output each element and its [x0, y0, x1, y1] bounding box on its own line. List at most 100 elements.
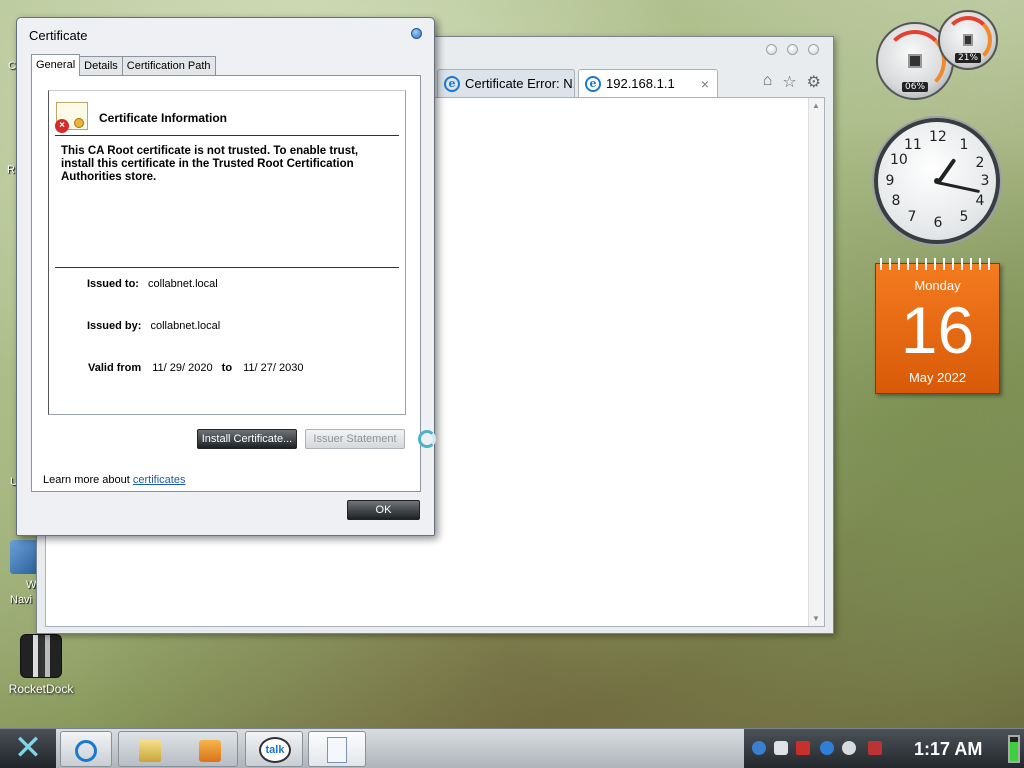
scroll-down-icon[interactable]: ▼ — [812, 614, 820, 623]
certificates-link[interactable]: certificates — [133, 474, 186, 486]
ok-button[interactable]: OK — [347, 500, 420, 520]
calendar-date: 16 — [900, 293, 975, 367]
valid-from-label: Valid from — [88, 362, 142, 374]
calendar-gadget[interactable]: Monday 16 May 2022 — [875, 258, 1000, 394]
tab-certification-path[interactable]: Certification Path — [121, 56, 216, 75]
valid-to-label: to — [221, 362, 233, 374]
desktop-icon-label: RocketDock — [8, 682, 74, 696]
taskbar-item-document[interactable] — [308, 731, 366, 767]
dialog-title: Certificate — [29, 28, 88, 43]
desktop-icon-label-fragment[interactable]: R — [7, 164, 15, 176]
memory-icon — [963, 34, 973, 46]
calendar-rings — [880, 258, 997, 270]
trust-message: This CA Root certificate is not trusted.… — [61, 145, 359, 183]
learn-more-text: Learn more about certificates — [43, 474, 185, 486]
tray-clock[interactable]: 1:17 AM — [914, 739, 982, 760]
calendar-month: May 2022 — [908, 370, 967, 385]
cpu-percent: 06% — [901, 82, 929, 92]
memory-meter-gadget[interactable]: 21% — [938, 10, 998, 70]
tab-general[interactable]: General — [31, 54, 81, 76]
valid-to-value: 11/ 27/ 2030 — [243, 362, 304, 374]
minimize-button[interactable] — [766, 44, 777, 55]
clock-number: 10 — [890, 152, 908, 168]
taskbar-group — [118, 731, 238, 767]
clock-number: 8 — [891, 193, 901, 209]
clock-minute-hand — [936, 181, 981, 194]
certificate-info-title: Certificate Information — [99, 111, 228, 125]
issuer-statement-button: Issuer Statement — [305, 429, 405, 449]
network-icon[interactable] — [752, 741, 766, 755]
certificate-info-box: × Certificate Information This CA Root c… — [48, 90, 406, 415]
issued-by-value: collabnet.local — [150, 320, 221, 332]
tab-title: Certificate Error: N... — [465, 76, 575, 91]
info-icon[interactable] — [820, 741, 834, 755]
media-player-icon[interactable] — [199, 740, 221, 762]
memory-percent: 21% — [954, 53, 982, 63]
ie-icon: e — [585, 75, 601, 92]
issued-to-label: Issued to: — [87, 278, 139, 290]
system-tray: 1:17 AM — [744, 729, 1024, 768]
clock-number: 12 — [929, 129, 947, 145]
desktop-icon-label-fragment[interactable]: C — [8, 60, 16, 72]
issued-by-label: Issued by: — [87, 320, 142, 332]
clock-number: 4 — [975, 193, 985, 209]
desktop-icon-label-fragment[interactable]: W — [26, 579, 36, 591]
desktop-icon-rocketdock[interactable]: RocketDock — [6, 634, 76, 696]
validity-row: Valid from 11/ 29/ 2020 to 11/ 27/ 2030 — [88, 362, 303, 374]
star-icon[interactable]: ☆ — [782, 72, 796, 92]
home-icon[interactable]: ⌂ — [763, 72, 773, 92]
windows-navigator-icon[interactable] — [10, 540, 38, 574]
vertical-scrollbar[interactable]: ▲ ▼ — [808, 98, 824, 626]
battery-icon[interactable] — [1008, 735, 1020, 763]
dialog-tabs: General Details Certification Path — [31, 54, 216, 76]
clock-number: 7 — [907, 209, 917, 225]
divider — [55, 267, 399, 268]
document-icon — [327, 737, 347, 763]
start-button[interactable]: ✕ — [0, 729, 56, 768]
clock-number: 5 — [959, 209, 969, 225]
dialog-close-button[interactable] — [411, 28, 422, 39]
browser-toolbar-icons: ⌂ ☆ ⚙ — [763, 72, 821, 92]
general-tab-panel: × Certificate Information This CA Root c… — [31, 75, 421, 492]
taskbar-item-talk[interactable]: talk — [245, 731, 303, 767]
user-icon[interactable] — [842, 741, 856, 755]
tab-title: 192.168.1.1 — [606, 76, 675, 91]
ie-icon: e — [444, 75, 460, 92]
tab-close-icon[interactable]: × — [701, 76, 709, 92]
busy-cursor-icon — [418, 430, 436, 448]
rocketdock-icon — [20, 634, 62, 678]
install-certificate-button[interactable]: Install Certificate... — [197, 429, 297, 449]
maximize-button[interactable] — [787, 44, 798, 55]
taskbar-item-ie[interactable] — [60, 731, 112, 767]
volume-muted-icon[interactable] — [868, 741, 882, 755]
tab-certificate-error[interactable]: e Certificate Error: N... — [437, 69, 575, 97]
valid-from-value: 11/ 29/ 2020 — [152, 362, 213, 374]
clock-number: 3 — [980, 173, 990, 189]
clock-number: 6 — [933, 215, 943, 231]
cpu-icon — [908, 54, 922, 68]
window-controls — [766, 44, 819, 55]
calendar-day: Monday — [914, 278, 961, 293]
security-shield-icon[interactable] — [796, 741, 810, 755]
gear-icon[interactable]: ⚙ — [807, 72, 821, 92]
tab-details[interactable]: Details — [79, 56, 123, 75]
clock-number: 2 — [975, 155, 985, 171]
tab-192-168-1-1[interactable]: e 192.168.1.1 × — [578, 69, 718, 97]
chat-bubble-icon[interactable] — [774, 741, 788, 755]
issued-by-row: Issued by: collabnet.local — [87, 320, 220, 332]
issued-to-value: collabnet.local — [148, 278, 218, 290]
folder-icon[interactable] — [139, 740, 161, 762]
taskbar: ✕ talk 1:17 AM — [0, 728, 1024, 768]
scroll-up-icon[interactable]: ▲ — [812, 101, 820, 110]
ie-icon — [75, 740, 97, 762]
close-button[interactable] — [808, 44, 819, 55]
clock-number: 11 — [904, 137, 922, 153]
certificate-dialog: Certificate General Details Certificatio… — [16, 17, 435, 536]
desktop-icon-label-fragment[interactable]: Navi — [10, 594, 32, 606]
talk-icon: talk — [259, 737, 291, 763]
clock-gadget[interactable]: 12 1 2 3 4 5 6 7 8 9 10 11 — [874, 118, 1000, 244]
clock-number: 1 — [959, 137, 969, 153]
divider — [55, 135, 399, 136]
issued-to-row: Issued to: collabnet.local — [87, 278, 218, 290]
clock-number: 9 — [885, 173, 895, 189]
